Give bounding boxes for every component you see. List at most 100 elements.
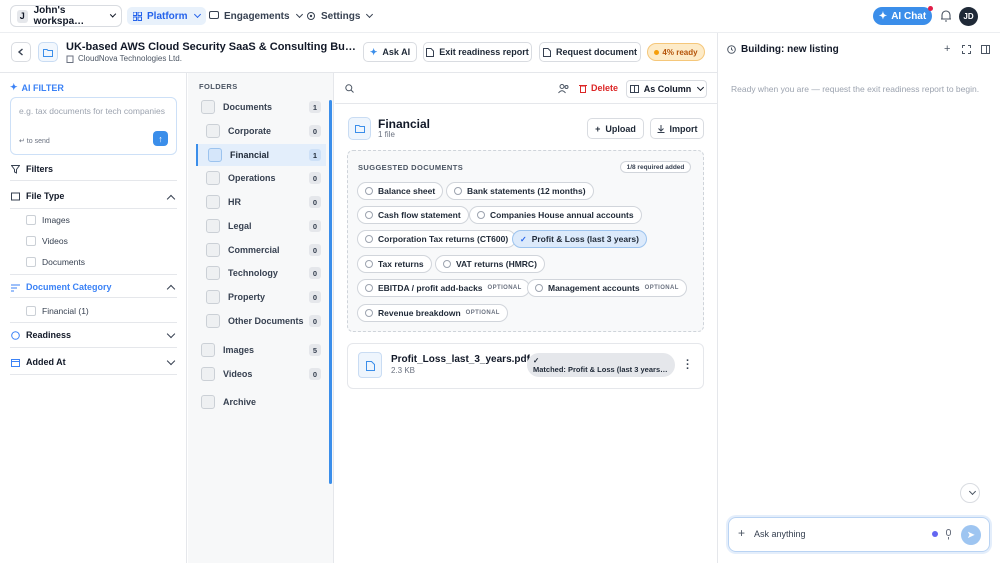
send-button[interactable]: ↑ [153, 131, 168, 146]
ai-chat-button[interactable]: ✦ AI Chat [873, 6, 933, 25]
document-icon [366, 361, 375, 371]
checkbox[interactable] [26, 306, 36, 316]
chip-ebitda[interactable]: EBITDA / profit add-backs OPTIONAL [357, 279, 530, 297]
divider [10, 347, 177, 348]
radio [443, 260, 451, 268]
import-button[interactable]: Import [650, 118, 704, 139]
ai-filter-heading: ✦ AI FILTER [10, 82, 64, 93]
readiness-toggle[interactable]: Readiness [11, 330, 71, 340]
building-icon [66, 55, 74, 63]
match-label: Matched: Profit & Loss (last 3 years)… [533, 365, 671, 374]
folder-legal[interactable]: Legal 0 [196, 215, 326, 237]
nav-engagements[interactable]: Engagements [203, 7, 308, 25]
nav-settings[interactable]: Settings [300, 7, 378, 25]
request-document-button[interactable]: Request document [539, 42, 641, 62]
chip-cash-flow[interactable]: Cash flow statement [357, 206, 469, 224]
folder-documents[interactable]: Documents 1 [196, 96, 326, 118]
plus-icon[interactable]: + [738, 526, 745, 540]
exit-readiness-report-button[interactable]: Exit readiness report [423, 42, 532, 62]
checkbox[interactable] [26, 215, 36, 225]
folder-property[interactable]: Property 0 [196, 286, 326, 308]
chip-tax-returns[interactable]: Tax returns [357, 255, 432, 273]
chip-corporation-tax[interactable]: Corporation Tax returns (CT600) [357, 230, 517, 248]
chat-title: Building: new listing [741, 44, 839, 55]
ask-ai-label: Ask AI [382, 47, 411, 57]
expand-icon[interactable] [962, 45, 971, 54]
image-icon [201, 343, 215, 357]
folder-operations[interactable]: Operations 0 [196, 167, 326, 189]
plus-icon[interactable]: + [944, 43, 950, 55]
upload-button[interactable]: + Upload [587, 118, 644, 139]
file-type-toggle[interactable]: File Type [11, 191, 64, 201]
more-options-icon[interactable]: · · · [686, 356, 690, 375]
checkbox-label: Images [42, 215, 70, 225]
folder-hr[interactable]: HR 0 [196, 191, 326, 213]
folder-archive[interactable]: Archive [196, 391, 326, 413]
file-type-documents[interactable]: Documents [26, 257, 85, 267]
added-at-toggle[interactable]: Added At [11, 357, 66, 367]
file-type-videos[interactable]: Videos [26, 236, 68, 246]
chip-profit-loss[interactable]: ✓ Profit & Loss (last 3 years) [512, 230, 647, 248]
chevron-left-icon [17, 48, 23, 56]
delete-label: Delete [591, 83, 619, 93]
view-mode-select[interactable]: As Column [626, 80, 707, 98]
folder-commercial[interactable]: Commercial 0 [196, 239, 326, 261]
document-category-toggle[interactable]: Document Category [11, 282, 112, 292]
folder-videos[interactable]: Videos 0 [196, 363, 326, 385]
chip-bank-statements[interactable]: Bank statements (12 months) [446, 182, 594, 200]
scrollbar[interactable] [329, 100, 332, 484]
category-financial[interactable]: Financial (1) [26, 306, 89, 316]
chip-vat-returns[interactable]: VAT returns (HMRC) [435, 255, 545, 273]
avatar[interactable]: JD [959, 7, 978, 26]
folder-corporate[interactable]: Corporate 0 [196, 120, 326, 142]
folder-title: Financial [378, 117, 431, 131]
bell-icon[interactable] [939, 9, 953, 23]
chip-revenue-breakdown[interactable]: Revenue breakdown OPTIONAL [357, 304, 508, 322]
radio [365, 235, 373, 243]
filters-label: Filters [26, 164, 54, 174]
folder-count: 0 [309, 368, 321, 380]
send-button[interactable]: ➤ [961, 525, 981, 545]
ask-ai-button[interactable]: ✦ Ask AI [363, 42, 417, 62]
sidebar-toggle-icon[interactable] [981, 45, 990, 54]
chip-management-accounts[interactable]: Management accounts OPTIONAL [527, 279, 687, 297]
folder-count: 0 [309, 315, 321, 327]
folder-icon [201, 100, 215, 114]
chip-companies-house[interactable]: Companies House annual accounts [469, 206, 642, 224]
delete-button[interactable]: Delete [579, 83, 618, 93]
radio [365, 211, 373, 219]
chip-label: VAT returns (HMRC) [456, 259, 537, 269]
folder-count: 0 [309, 291, 321, 303]
workspace-initial: J [17, 9, 28, 23]
history-icon[interactable] [727, 45, 736, 54]
folder-label: Operations [228, 173, 276, 183]
download-icon [657, 124, 664, 133]
folder-count: 1 [309, 101, 321, 113]
file-type-images[interactable]: Images [26, 215, 70, 225]
folder-financial[interactable]: Financial 1 [196, 144, 326, 166]
nav-platform[interactable]: Platform [127, 7, 206, 25]
back-button[interactable] [11, 42, 31, 62]
workspace-switcher[interactable]: J John's workspa… [10, 5, 122, 27]
people-icon [206, 195, 220, 209]
checkbox[interactable] [26, 236, 36, 246]
chat-input[interactable]: + Ask anything ➤ [728, 517, 990, 552]
folder-other-documents[interactable]: Other Documents 0 [196, 310, 326, 332]
checkbox[interactable] [26, 257, 36, 267]
folder-badge [348, 117, 371, 140]
chip-balance-sheet[interactable]: Balance sheet [357, 182, 444, 200]
scroll-down-button[interactable] [960, 483, 980, 503]
chevron-down-icon [366, 10, 374, 19]
chat-placeholder: Ask anything [754, 529, 806, 539]
ai-chat-label: AI Chat [891, 10, 927, 22]
folder-images[interactable]: Images 5 [196, 339, 326, 361]
folder-button[interactable] [38, 42, 58, 62]
video-icon [201, 367, 215, 381]
radio [365, 309, 373, 317]
ai-filter-input[interactable]: e.g. tax documents for tech companies ↵ … [10, 97, 177, 155]
folder-technology[interactable]: Technology 0 [196, 262, 326, 284]
assign-users-icon[interactable] [558, 83, 569, 94]
microphone-icon[interactable] [945, 529, 952, 540]
folder-count: 0 [309, 196, 321, 208]
cart-icon [206, 243, 220, 257]
